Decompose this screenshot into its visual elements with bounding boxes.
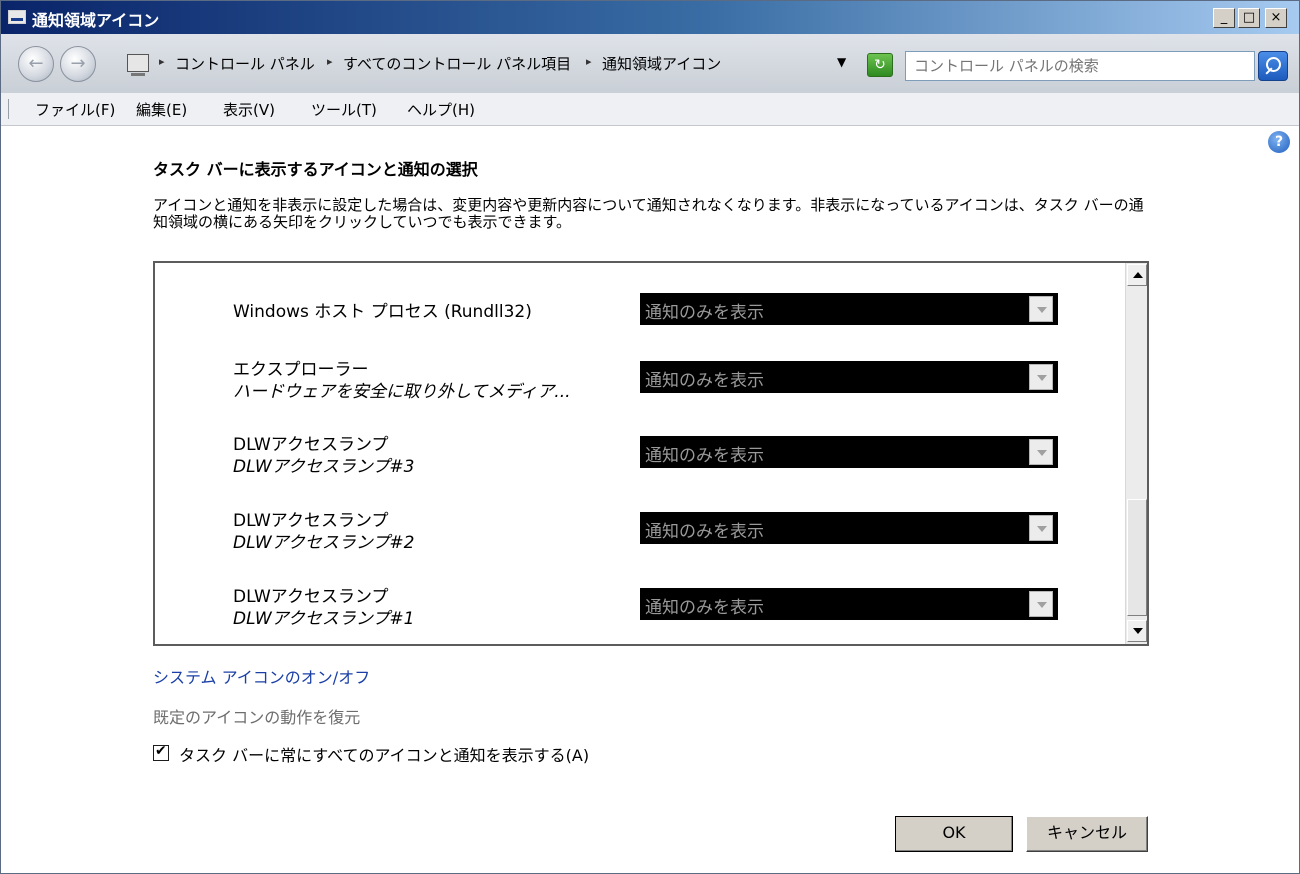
chevron-down-icon[interactable]: ▼ [837, 55, 846, 69]
behavior-dropdown[interactable]: 通知のみを表示 [640, 436, 1058, 468]
chevron-right-icon[interactable]: ▸ [159, 55, 165, 68]
chevron-right-icon[interactable]: ▸ [327, 55, 333, 68]
minimize-button[interactable]: _ [1213, 8, 1235, 28]
notification-area-icon [8, 10, 26, 24]
search-box[interactable] [905, 51, 1255, 81]
icon-subtitle: DLWアクセスランプ#3 [233, 457, 415, 477]
chevron-down-icon[interactable] [1029, 591, 1053, 617]
maximize-button[interactable]: □ [1238, 8, 1260, 28]
forward-button[interactable]: → [60, 46, 96, 82]
close-button[interactable]: × [1265, 8, 1287, 28]
page-title: タスク バーに表示するアイコンと通知の選択 [153, 160, 478, 179]
window-title: 通知領域アイコン [32, 11, 160, 30]
icon-name: Windows ホスト プロセス (Rundll32) [233, 302, 532, 322]
control-panel-window: 通知領域アイコン _ □ × ← → ▸ コントロール パネル ▸ すべてのコン… [0, 0, 1300, 874]
help-icon[interactable]: ? [1268, 131, 1290, 153]
breadcrumb-notification-icons[interactable]: 通知領域アイコン [602, 53, 721, 74]
page-description: アイコンと通知を非表示に設定した場合は、変更内容や更新内容について通知されなくな… [153, 196, 1144, 231]
menu-file[interactable]: ファイル(F) [35, 99, 115, 120]
menu-help[interactable]: ヘルプ(H) [407, 99, 475, 120]
list-item: DLWアクセスランプ DLWアクセスランプ#3 通知のみを表示 [155, 430, 1125, 500]
address-toolbar: ← → ▸ コントロール パネル ▸ すべてのコントロール パネル項目 ▸ 通知… [1, 34, 1299, 93]
breadcrumb-all-items[interactable]: すべてのコントロール パネル項目 [343, 53, 571, 74]
back-button[interactable]: ← [18, 46, 54, 82]
always-show-label[interactable]: タスク バーに常にすべてのアイコンと通知を表示する(A) [179, 742, 589, 766]
icon-subtitle: DLWアクセスランプ#1 [233, 609, 415, 629]
chevron-right-icon[interactable]: ▸ [586, 55, 592, 68]
behavior-dropdown[interactable]: 通知のみを表示 [640, 361, 1058, 393]
menu-bar: ファイル(F) 編集(E) 表示(V) ツール(T) ヘルプ(H) [1, 93, 1299, 126]
behavior-dropdown[interactable]: 通知のみを表示 [640, 512, 1058, 544]
menu-edit[interactable]: 編集(E) [136, 99, 187, 120]
scroll-up-icon[interactable] [1127, 264, 1147, 286]
vertical-scrollbar[interactable] [1125, 263, 1147, 644]
control-panel-icon [127, 54, 149, 76]
system-icons-link[interactable]: システム アイコンのオン/オフ [153, 664, 370, 688]
address-field[interactable]: ▸ コントロール パネル ▸ すべてのコントロール パネル項目 ▸ 通知領域アイ… [119, 47, 859, 79]
menu-tools[interactable]: ツール(T) [311, 99, 377, 120]
chevron-down-icon[interactable] [1029, 296, 1053, 322]
scroll-down-icon[interactable] [1127, 620, 1147, 642]
search-icon[interactable] [1258, 51, 1288, 81]
behavior-value: 通知のみを表示 [645, 522, 764, 542]
chevron-down-icon[interactable] [1029, 515, 1053, 541]
menu-view[interactable]: 表示(V) [223, 99, 275, 120]
icon-behavior-list[interactable]: Windows ホスト プロセス (Rundll32) 通知のみを表示 エクスプ… [153, 261, 1149, 646]
chevron-down-icon[interactable] [1029, 439, 1053, 465]
restore-default-link[interactable]: 既定のアイコンの動作を復元 [153, 704, 360, 728]
always-show-checkbox[interactable] [153, 743, 169, 761]
list-item: DLWアクセスランプ DLWアクセスランプ#1 通知のみを表示 [155, 582, 1125, 644]
behavior-value: 通知のみを表示 [645, 598, 764, 618]
ok-button[interactable]: OK [895, 816, 1013, 852]
behavior-value: 通知のみを表示 [645, 371, 764, 391]
behavior-value: 通知のみを表示 [645, 303, 764, 323]
list-item: DLWアクセスランプ DLWアクセスランプ#2 通知のみを表示 [155, 506, 1125, 576]
list-item: エクスプローラー ハードウェアを安全に取り外してメディア... 通知のみを表示 [155, 355, 1125, 425]
title-bar[interactable]: 通知領域アイコン _ □ × [1, 1, 1299, 34]
chevron-down-icon[interactable] [1029, 364, 1053, 390]
icon-subtitle: ハードウェアを安全に取り外してメディア... [233, 382, 571, 402]
behavior-value: 通知のみを表示 [645, 446, 764, 466]
scroll-thumb[interactable] [1127, 499, 1147, 616]
behavior-dropdown[interactable]: 通知のみを表示 [640, 588, 1058, 620]
search-input[interactable] [906, 52, 1254, 80]
menu-grip [8, 99, 11, 119]
icon-subtitle: DLWアクセスランプ#2 [233, 533, 415, 553]
behavior-dropdown[interactable]: 通知のみを表示 [640, 293, 1058, 325]
breadcrumb-control-panel[interactable]: コントロール パネル [175, 53, 315, 74]
refresh-button[interactable]: ↻ [867, 53, 893, 77]
cancel-button[interactable]: キャンセル [1026, 816, 1148, 852]
